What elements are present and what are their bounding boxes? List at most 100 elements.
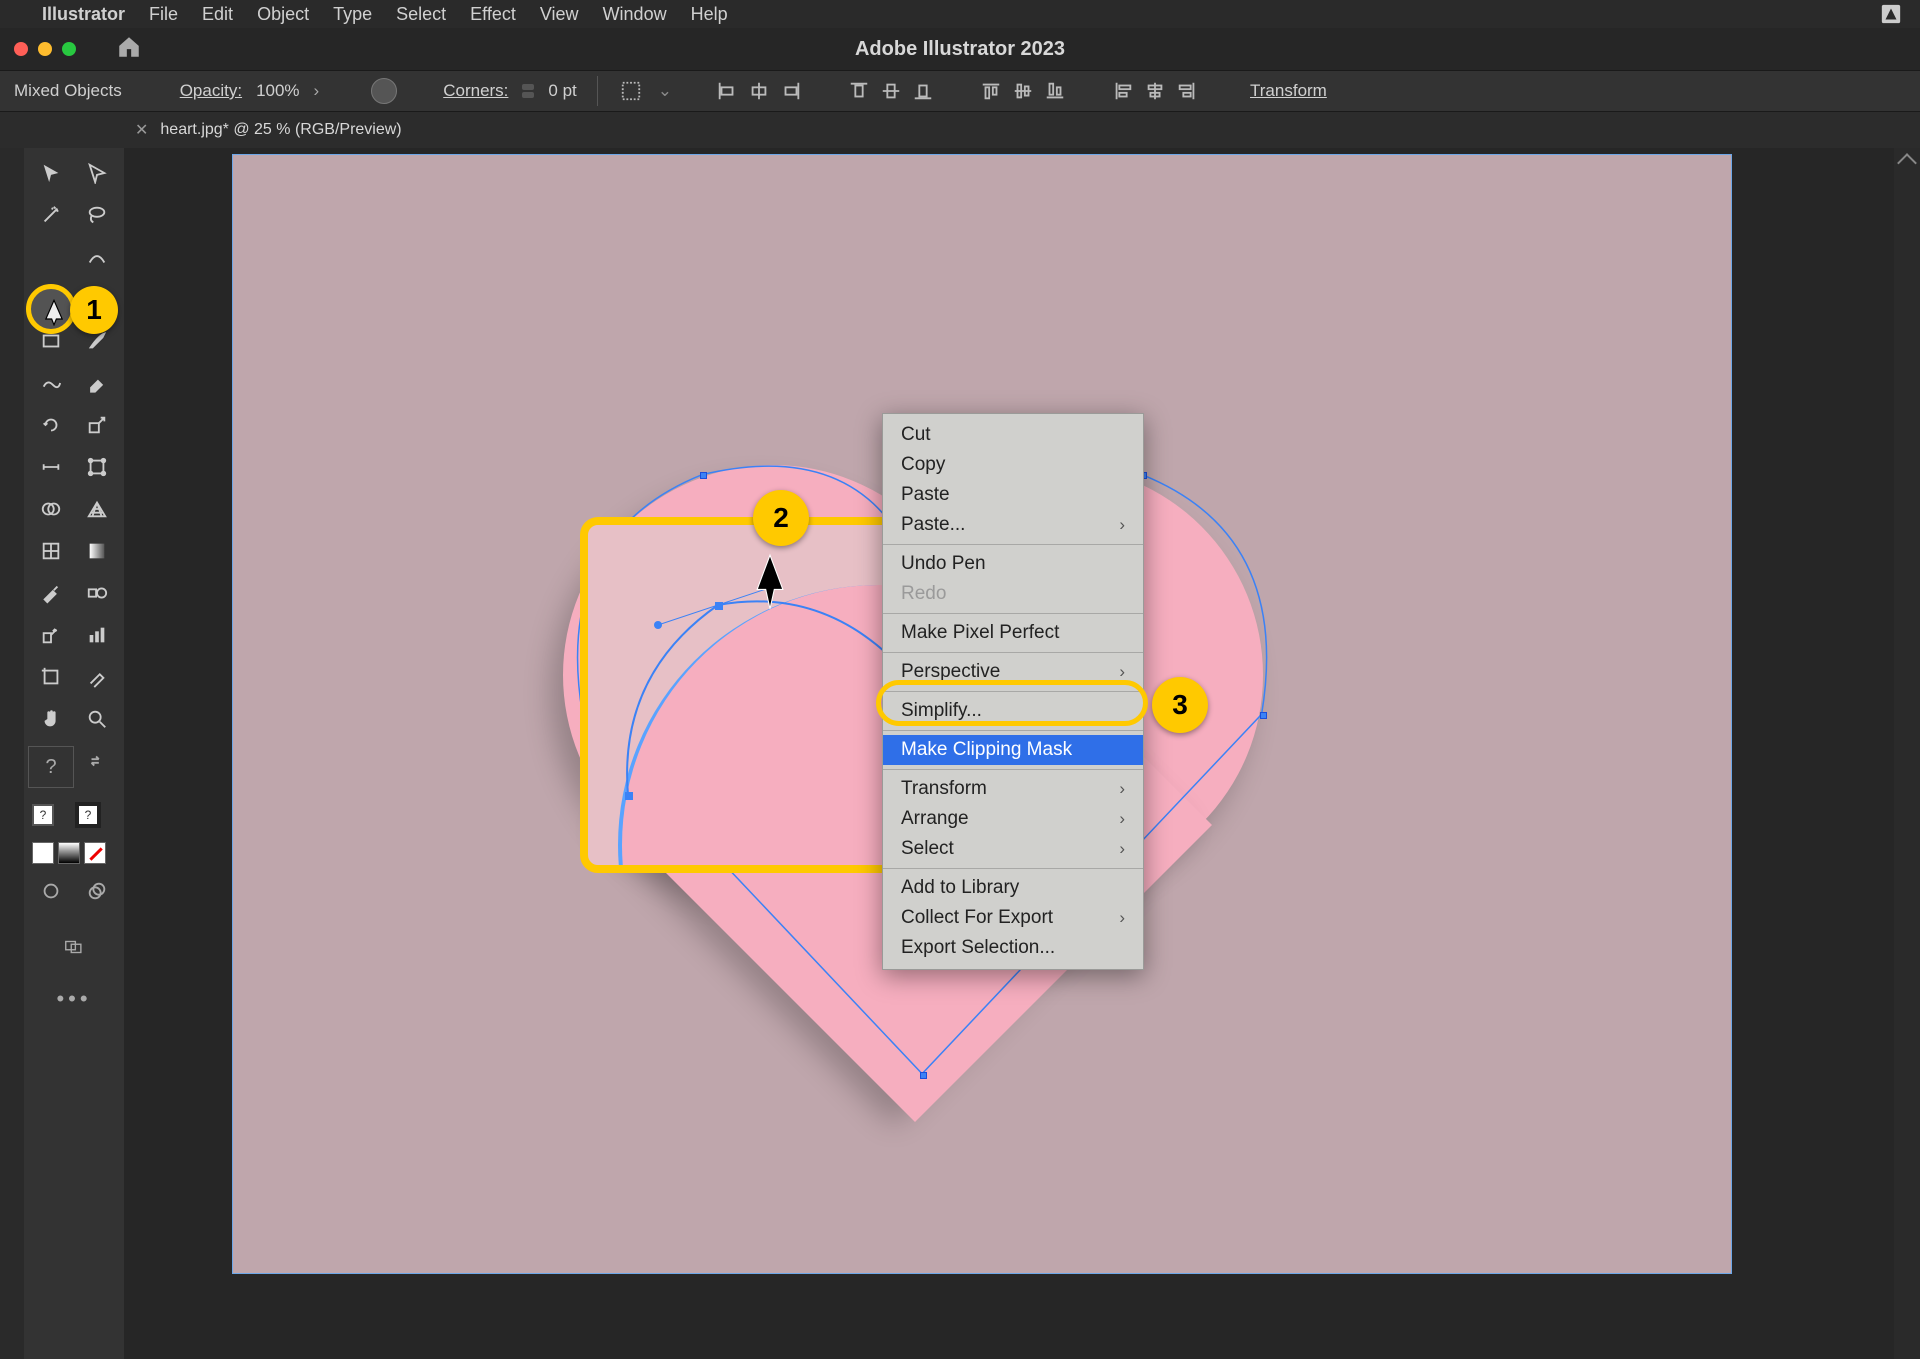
align-bottom-icon[interactable]: [910, 78, 936, 104]
ctx-export-selection[interactable]: Export Selection...: [883, 933, 1143, 963]
ctx-collect-for-export[interactable]: Collect For Export›: [883, 903, 1143, 933]
none-swatch[interactable]: [84, 842, 106, 864]
chevron-right-icon: ›: [1119, 809, 1125, 829]
distribute-bottom-icon[interactable]: [1042, 78, 1068, 104]
menu-select[interactable]: Select: [396, 4, 446, 25]
dropdown-icon[interactable]: ⌄: [658, 81, 672, 101]
blend-tool-icon[interactable]: [74, 572, 120, 614]
minimize-window-button[interactable]: [38, 42, 52, 56]
menu-edit[interactable]: Edit: [202, 4, 233, 25]
recolor-artwork-icon[interactable]: [371, 78, 397, 104]
align-right-icon[interactable]: [778, 78, 804, 104]
distribute-left-icon[interactable]: [1110, 78, 1136, 104]
ctx-arrange[interactable]: Arrange›: [883, 804, 1143, 834]
menu-help[interactable]: Help: [691, 4, 728, 25]
distribute-right-icon[interactable]: [1174, 78, 1200, 104]
align-top-icon[interactable]: [846, 78, 872, 104]
rotate-tool-icon[interactable]: [28, 404, 74, 446]
opacity-dropdown-icon[interactable]: ›: [314, 81, 320, 101]
magic-wand-tool-icon[interactable]: [28, 194, 74, 236]
window-title-bar: Adobe Illustrator 2023: [0, 28, 1920, 70]
edit-toolbar-icon[interactable]: •••: [28, 978, 120, 1020]
menu-type[interactable]: Type: [333, 4, 372, 25]
menu-window[interactable]: Window: [603, 4, 667, 25]
color-mode-row: [28, 836, 120, 870]
corners-stepper[interactable]: [522, 84, 534, 98]
fill-stroke-swap-icon[interactable]: [74, 740, 120, 782]
opacity-label[interactable]: Opacity:: [180, 81, 242, 101]
zoom-tool-icon[interactable]: [74, 698, 120, 740]
color-swatch[interactable]: [32, 842, 54, 864]
scale-tool-icon[interactable]: [74, 404, 120, 446]
width-tool-icon[interactable]: [28, 446, 74, 488]
artboard-tool-icon[interactable]: [28, 656, 74, 698]
distribute-vcenter-icon[interactable]: [1010, 78, 1036, 104]
adobe-cloud-icon[interactable]: [1880, 3, 1902, 25]
ctx-select[interactable]: Select›: [883, 834, 1143, 864]
separator: [883, 544, 1143, 545]
canvas[interactable]: 2 Cut Copy Paste Paste...› Undo Pen Redo…: [124, 148, 1894, 1359]
draw-normal-icon[interactable]: [28, 870, 74, 912]
opacity-value[interactable]: 100%: [256, 81, 299, 101]
column-graph-tool-icon[interactable]: [74, 614, 120, 656]
align-to-pixel-icon[interactable]: [618, 78, 644, 104]
align-vcenter-icon[interactable]: [878, 78, 904, 104]
anchor-point[interactable]: [700, 472, 707, 479]
menu-file[interactable]: File: [149, 4, 178, 25]
menu-app-name[interactable]: Illustrator: [42, 4, 125, 25]
screen-mode-icon[interactable]: [28, 926, 120, 968]
eyedropper-tool-icon[interactable]: [28, 572, 74, 614]
ctx-paste-special[interactable]: Paste...›: [883, 510, 1143, 540]
hand-tool-icon[interactable]: [28, 698, 74, 740]
menu-object[interactable]: Object: [257, 4, 309, 25]
eraser-tool-icon[interactable]: [74, 362, 120, 404]
ctx-copy[interactable]: Copy: [883, 450, 1143, 480]
gradient-tool-icon[interactable]: [74, 530, 120, 572]
separator: [883, 652, 1143, 653]
free-transform-tool-icon[interactable]: [74, 446, 120, 488]
transform-label[interactable]: Transform: [1250, 81, 1327, 101]
menu-effect[interactable]: Effect: [470, 4, 516, 25]
shape-builder-tool-icon[interactable]: [28, 488, 74, 530]
ctx-add-to-library[interactable]: Add to Library: [883, 873, 1143, 903]
mesh-tool-icon[interactable]: [28, 530, 74, 572]
corners-label[interactable]: Corners:: [443, 81, 508, 101]
distribute-top-icon[interactable]: [978, 78, 1004, 104]
direct-selection-tool-icon[interactable]: [74, 152, 120, 194]
close-tab-icon[interactable]: ✕: [135, 120, 148, 140]
home-icon[interactable]: [116, 34, 142, 65]
corners-value[interactable]: 0 pt: [548, 81, 576, 101]
symbol-sprayer-tool-icon[interactable]: [28, 614, 74, 656]
selection-tool-icon[interactable]: [28, 152, 74, 194]
distribute-h-group: [978, 78, 1068, 104]
ctx-paste[interactable]: Paste: [883, 480, 1143, 510]
perspective-grid-tool-icon[interactable]: [74, 488, 120, 530]
document-tab-title[interactable]: heart.jpg* @ 25 % (RGB/Preview): [160, 121, 401, 139]
menu-view[interactable]: View: [540, 4, 579, 25]
ctx-transform[interactable]: Transform›: [883, 774, 1143, 804]
right-panel-collapse[interactable]: [1894, 148, 1920, 1359]
align-hcenter-icon[interactable]: [746, 78, 772, 104]
curvature-tool-icon[interactable]: [74, 236, 120, 278]
ctx-make-clipping-mask[interactable]: Make Clipping Mask: [883, 735, 1143, 765]
close-window-button[interactable]: [14, 42, 28, 56]
annotation-1-highlight: [26, 284, 76, 334]
pen-tool-icon[interactable]: [28, 236, 74, 278]
ctx-cut[interactable]: Cut: [883, 420, 1143, 450]
ctx-make-pixel-perfect[interactable]: Make Pixel Perfect: [883, 618, 1143, 648]
annotation-badge-3: 3: [1152, 677, 1208, 733]
stroke-swatch[interactable]: ?: [58, 794, 118, 836]
gradient-swatch[interactable]: [58, 842, 80, 864]
fill-swatch[interactable]: ?: [28, 794, 58, 836]
zoom-window-button[interactable]: [62, 42, 76, 56]
lasso-tool-icon[interactable]: [74, 194, 120, 236]
anchor-point[interactable]: [920, 1072, 927, 1079]
slice-tool-icon[interactable]: [74, 656, 120, 698]
distribute-hcenter-icon[interactable]: [1142, 78, 1168, 104]
ctx-undo-pen[interactable]: Undo Pen: [883, 549, 1143, 579]
fill-stroke-default-icon[interactable]: ?: [28, 746, 74, 788]
anchor-point[interactable]: [1260, 712, 1267, 719]
draw-behind-icon[interactable]: [74, 870, 120, 912]
align-left-icon[interactable]: [714, 78, 740, 104]
shaper-tool-icon[interactable]: [28, 362, 74, 404]
